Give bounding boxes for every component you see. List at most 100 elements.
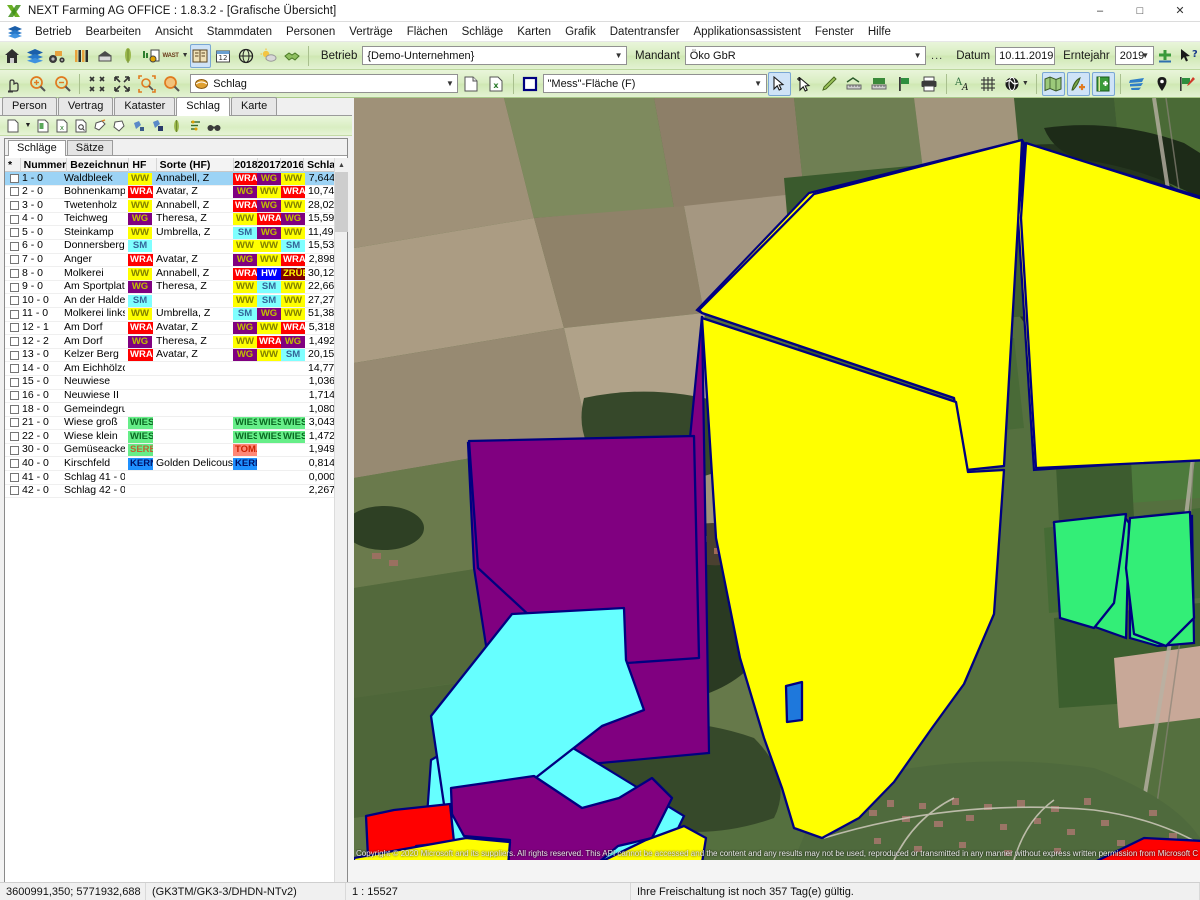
home-icon[interactable]	[1, 44, 22, 68]
move-field-icon[interactable]	[129, 117, 147, 135]
grid-icon[interactable]	[977, 72, 1000, 96]
betrieb-combo[interactable]: {Demo-Unternehmen} ▼	[362, 46, 627, 65]
table-row[interactable]: 18 - 0Gemeindegrund1,080	[5, 403, 347, 417]
column-header-sorte-hf-[interactable]: Sorte (HF)	[157, 158, 235, 172]
menu-item-fenster[interactable]: Fenster	[808, 24, 861, 40]
column-header-2016[interactable]: 2016	[281, 158, 304, 172]
split-field-icon[interactable]	[91, 117, 109, 135]
row-checkbox[interactable]	[10, 255, 19, 264]
pin-icon[interactable]	[1151, 72, 1174, 96]
table-row[interactable]: 3 - 0TwetenholzWWAnnabell, ZWRAWGWW28,02…	[5, 199, 347, 213]
table-row[interactable]: 1 - 0WaldbleekWWAnnabell, ZWRAWGWW7,644	[5, 172, 347, 186]
table-row[interactable]: 14 - 0Am Eichhölzchen14,770	[5, 362, 347, 376]
row-checkbox[interactable]	[10, 405, 19, 414]
export-excel-icon[interactable]: x	[484, 72, 507, 96]
table-row[interactable]: 41 - 0Schlag 41 - 00,000	[5, 471, 347, 485]
measure-square-icon[interactable]	[518, 72, 541, 96]
measure-area-icon[interactable]	[868, 72, 891, 96]
delete-record-icon[interactable]: x	[53, 117, 71, 135]
merge-field-icon[interactable]	[110, 117, 128, 135]
chart-report-icon[interactable]	[140, 44, 161, 68]
map-overview-icon[interactable]	[1042, 72, 1065, 96]
draw-pen-icon[interactable]	[818, 72, 841, 96]
row-checkbox[interactable]	[10, 391, 19, 400]
map-view[interactable]: Copyright © 2020 Microsoft and its suppl…	[354, 98, 1200, 860]
table-row[interactable]: 13 - 0Kelzer BergWRAAvatar, ZWGWWSM20,15…	[5, 349, 347, 363]
plant-icon[interactable]	[167, 117, 185, 135]
select-arrow-icon[interactable]	[768, 72, 791, 96]
close-button[interactable]: ✕	[1160, 0, 1200, 22]
menu-item-vertraege[interactable]: Verträge	[342, 24, 399, 40]
chevron-down-icon[interactable]: ▼	[611, 47, 626, 64]
sort-list-icon[interactable]	[186, 117, 204, 135]
mandant-more-button[interactable]: ...	[931, 50, 943, 62]
row-checkbox[interactable]	[10, 201, 19, 210]
row-checkbox[interactable]	[10, 378, 19, 387]
zoom-window-icon[interactable]	[160, 72, 183, 96]
column-header--[interactable]: *	[5, 158, 21, 172]
column-header-bezeichnung[interactable]: Bezeichnung	[67, 158, 129, 172]
label-text-icon[interactable]: AA	[952, 72, 975, 96]
table-row[interactable]: 12 - 1Am DorfWRAAvatar, ZWGWWWRA5,318	[5, 322, 347, 336]
table-row[interactable]: 9 - 0Am SportplatzWGTheresa, ZWWSMWW22,6…	[5, 281, 347, 295]
zoom-out-icon[interactable]	[51, 72, 74, 96]
print-icon[interactable]	[918, 72, 941, 96]
binoculars-icon[interactable]	[205, 117, 223, 135]
table-row[interactable]: 10 - 0An der HaldeSMWWSMWW27,274	[5, 294, 347, 308]
menu-item-personen[interactable]: Personen	[279, 24, 342, 40]
subtab-schlaege[interactable]: Schläge	[8, 140, 66, 156]
copy-record-icon[interactable]	[34, 117, 52, 135]
help-pointer-icon[interactable]: ?	[1178, 44, 1199, 68]
menu-item-bearbeiten[interactable]: Bearbeiten	[78, 24, 148, 40]
table-row[interactable]: 12 - 2Am DorfWGTheresa, ZWWWRAWG1,492	[5, 335, 347, 349]
layer-combo[interactable]: Schlag ▼	[190, 74, 458, 93]
table-row[interactable]: 16 - 0Neuwiese II1,714	[5, 390, 347, 404]
tab-karte[interactable]: Karte	[231, 97, 277, 115]
table-row[interactable]: 22 - 0Wiese kleinWIESWIESWIESWIES1,472	[5, 430, 347, 444]
pan-hand-icon[interactable]	[1, 72, 24, 96]
menu-item-betrieb[interactable]: Betrieb	[28, 24, 78, 40]
scroll-up-button[interactable]: ▲	[335, 158, 348, 172]
minimize-button[interactable]: –	[1080, 0, 1120, 22]
datum-field[interactable]: 10.11.2019	[995, 47, 1055, 65]
menu-item-ansicht[interactable]: Ansicht	[148, 24, 200, 40]
table-row[interactable]: 42 - 0Schlag 42 - 02,267	[5, 485, 347, 499]
row-checkbox[interactable]	[10, 269, 19, 278]
tab-schlag[interactable]: Schlag	[176, 97, 230, 116]
chevron-down-icon[interactable]: ▼	[1138, 47, 1153, 64]
green-book-icon[interactable]	[1092, 72, 1115, 96]
menu-item-stammdaten[interactable]: Stammdaten	[200, 24, 279, 40]
add-field-icon[interactable]	[1067, 72, 1090, 96]
tab-vertrag[interactable]: Vertrag	[58, 97, 113, 115]
menu-item-schlaege[interactable]: Schläge	[455, 24, 511, 40]
subtab-saetze[interactable]: Sätze	[67, 140, 113, 155]
flag-icon[interactable]	[893, 72, 916, 96]
row-checkbox[interactable]	[10, 351, 19, 360]
weather-icon[interactable]	[259, 44, 280, 68]
row-checkbox[interactable]	[10, 473, 19, 482]
import-field-icon[interactable]	[148, 117, 166, 135]
column-header-hf[interactable]: HF	[129, 158, 156, 172]
menu-item-applikationsassistent[interactable]: Applikationsassistent	[686, 24, 807, 40]
row-checkbox[interactable]	[10, 323, 19, 332]
grid-vertical-scrollbar[interactable]: ▲ ▼	[334, 158, 347, 900]
zoom-full-icon[interactable]	[110, 72, 133, 96]
add-icon[interactable]	[1155, 44, 1176, 68]
column-header-nummer[interactable]: Nummer^	[21, 158, 68, 172]
globe-basemap-icon[interactable]: ▼	[1002, 72, 1031, 96]
table-row[interactable]: 8 - 0MolkereiWWAnnabell, ZWRAHWZRÜB30,12…	[5, 267, 347, 281]
row-checkbox[interactable]	[10, 242, 19, 251]
table-row[interactable]: 6 - 0DonnersbergSMWWWWSM15,534	[5, 240, 347, 254]
tractor-icon[interactable]	[47, 44, 69, 68]
wast-dropdown-icon[interactable]: WAST ▼	[164, 44, 188, 68]
handshake-icon[interactable]	[282, 44, 303, 68]
add-select-arrow-icon[interactable]	[793, 72, 816, 96]
globe-icon[interactable]	[236, 44, 257, 68]
zoom-in-icon[interactable]	[26, 72, 49, 96]
new-record-icon[interactable]	[4, 117, 22, 135]
row-checkbox[interactable]	[10, 432, 19, 441]
dropdown-arrow-icon[interactable]: ▼	[23, 117, 33, 135]
column-header-schlagfl[interactable]: Schlagfl	[304, 158, 337, 172]
menu-item-hilfe[interactable]: Hilfe	[861, 24, 898, 40]
column-header-2017[interactable]: 2017	[258, 158, 281, 172]
